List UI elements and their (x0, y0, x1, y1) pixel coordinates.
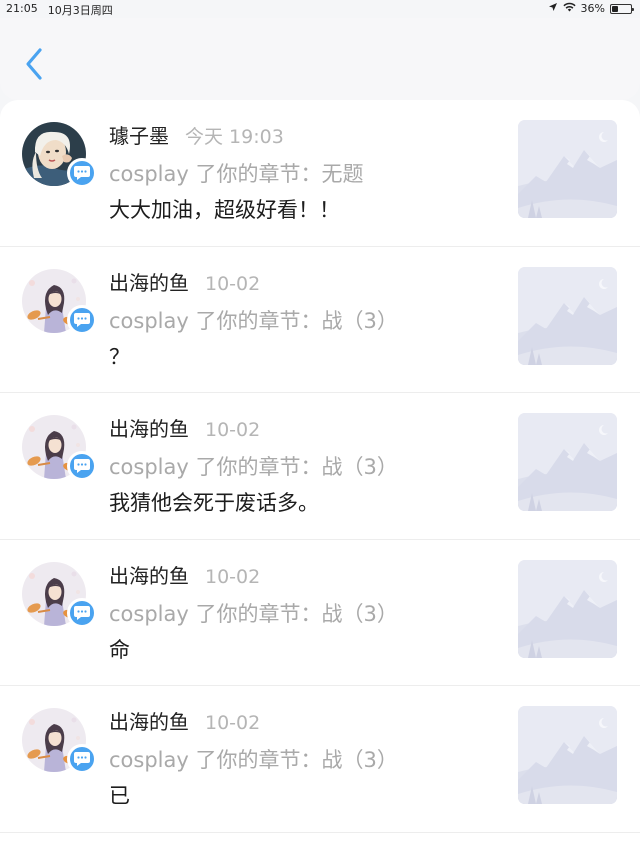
timestamp: 10-02 (205, 419, 261, 442)
location-icon (548, 2, 558, 15)
comment-badge-icon (67, 451, 97, 482)
chapter-thumbnail[interactable] (518, 706, 617, 805)
message-text: 出海的鱼 10-02 cosplay 了你的章节：战（3） 已 (109, 706, 489, 810)
action-text: cosplay 了你的章节：无题 (109, 162, 364, 186)
list-item[interactable]: 出海的鱼 10-02 cosplay 了你的章节：战（3） 命 (0, 540, 640, 687)
wifi-icon (562, 2, 576, 15)
avatar-container[interactable] (22, 561, 97, 634)
comment-badge-icon (67, 158, 97, 188)
timestamp: 10-02 (205, 565, 261, 588)
timestamp: 10-02 (205, 712, 261, 735)
comment-content: 已 (109, 784, 130, 809)
notification-list: 璩子墨 今天 19:03 cosplay 了你的章节：无题 大大加油，超级好看！… (0, 100, 640, 853)
username[interactable]: 出海的鱼 (109, 560, 189, 589)
message-text: 璩子墨 今天 19:03 cosplay 了你的章节：无题 大大加油，超级好看！… (109, 120, 489, 224)
back-button[interactable] (22, 46, 46, 82)
action-text: cosplay 了你的章节：战（3） (109, 308, 398, 333)
message-text: 出海的鱼 10-02 cosplay 了你的章节：战（3） ？ (109, 267, 489, 371)
action-text: cosplay 了你的章节：战（3） (109, 455, 398, 480)
comment-content: 大大加油，超级好看！！ (109, 198, 340, 222)
battery-icon (610, 3, 634, 14)
list-item[interactable]: 出海的鱼 10-02 cosplay 了你的章节：战（3） 已 (0, 686, 640, 833)
battery-level (612, 5, 619, 12)
chapter-thumbnail[interactable] (518, 120, 617, 218)
comment-content: 命 (109, 637, 130, 662)
status-time: 21:05 (6, 2, 38, 15)
list-item[interactable]: 出海的鱼 10-02 cosplay 了你的章节：战（3） 我猜他会死于废话多。 (0, 393, 640, 540)
action-text: cosplay 了你的章节：战（3） (109, 748, 398, 773)
list-item[interactable]: 出海的鱼 10-02 cosplay 了你的章节：战（3） ？ (0, 247, 640, 394)
comment-badge-icon (67, 597, 97, 628)
battery-percent: 36% (580, 2, 605, 15)
top-nav-bar (0, 18, 640, 100)
status-date: 10月3日周四 (47, 4, 113, 17)
avatar-container[interactable] (22, 415, 97, 487)
username[interactable]: 出海的鱼 (109, 413, 189, 442)
comment-badge-icon (67, 304, 97, 335)
chapter-thumbnail[interactable] (518, 413, 617, 512)
chapter-thumbnail[interactable] (518, 559, 617, 658)
timestamp: 今天 19:03 (185, 126, 284, 148)
timestamp: 10-02 (205, 272, 261, 295)
chapter-thumbnail[interactable] (518, 266, 617, 365)
avatar-container[interactable] (22, 708, 97, 780)
status-bar: 21:05 10月3日周四 36% (0, 0, 640, 18)
comment-content: 我猜他会死于废话多。 (109, 491, 319, 516)
avatar-container[interactable] (22, 268, 97, 341)
username[interactable]: 出海的鱼 (109, 706, 189, 735)
action-text: cosplay 了你的章节：战（3） (109, 601, 398, 626)
list-item[interactable]: 璩子墨 今天 19:03 cosplay 了你的章节：无题 大大加油，超级好看！… (0, 100, 640, 247)
comment-content: ？ (109, 344, 130, 369)
comment-badge-icon (67, 744, 97, 775)
username[interactable]: 璩子墨 (109, 120, 169, 149)
message-text: 出海的鱼 10-02 cosplay 了你的章节：战（3） 命 (109, 560, 489, 664)
chevron-left-icon (26, 48, 42, 80)
username[interactable]: 出海的鱼 (109, 267, 189, 296)
message-text: 出海的鱼 10-02 cosplay 了你的章节：战（3） 我猜他会死于废话多。 (109, 413, 489, 517)
avatar-container[interactable] (22, 122, 97, 194)
